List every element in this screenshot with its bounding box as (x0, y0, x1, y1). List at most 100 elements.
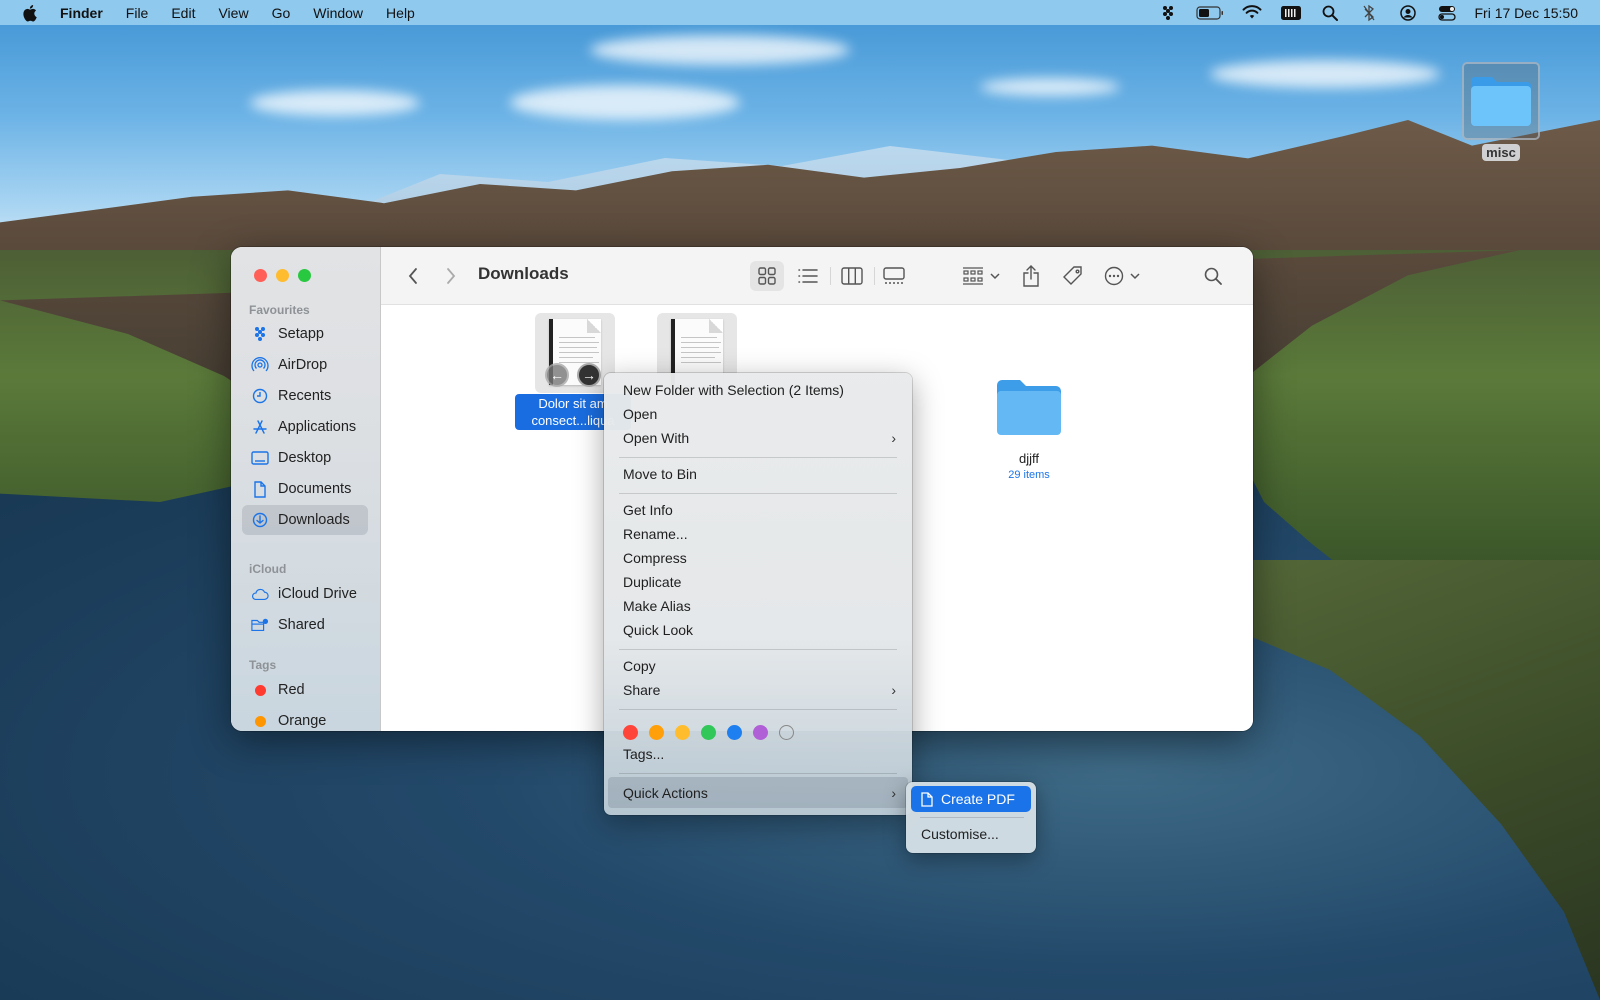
menu-go[interactable]: Go (272, 5, 291, 21)
menu-item-customise[interactable]: Customise... (921, 826, 999, 842)
desktop-folder-misc[interactable]: misc (1462, 62, 1540, 161)
column-view-button[interactable] (835, 261, 869, 291)
setapp-icon[interactable] (1157, 4, 1179, 22)
share-icon (1023, 265, 1039, 287)
spotlight-icon[interactable] (1319, 4, 1341, 22)
menu-window[interactable]: Window (313, 5, 363, 21)
search-icon (1204, 267, 1222, 285)
icon-view-button[interactable] (750, 261, 784, 291)
menu-item-new-folder-with-selection[interactable]: New Folder with Selection (2 Items) (608, 378, 908, 402)
menu-item-open[interactable]: Open (608, 402, 908, 426)
wifi-icon[interactable] (1241, 4, 1263, 22)
preview-next-button[interactable]: → (577, 363, 601, 387)
menu-item-quick-look[interactable]: Quick Look (608, 618, 908, 642)
shared-folder-icon (251, 616, 269, 634)
tag-red-button[interactable] (623, 725, 638, 740)
sidebar-item-icloud-drive[interactable]: iCloud Drive (242, 579, 368, 609)
gallery-view-button[interactable] (877, 261, 911, 291)
sidebar-item-setapp[interactable]: Setapp (242, 319, 368, 349)
sidebar-item-label: Red (278, 682, 305, 698)
battery-icon[interactable] (1195, 4, 1224, 22)
control-center-icon[interactable] (1436, 4, 1458, 22)
sidebar-item-desktop[interactable]: Desktop (242, 443, 368, 473)
menu-help[interactable]: Help (386, 5, 415, 21)
more-actions-button[interactable] (1100, 261, 1144, 291)
forward-button[interactable] (439, 261, 463, 291)
tag-yellow-button[interactable] (675, 725, 690, 740)
search-button[interactable] (1198, 261, 1228, 291)
tag-orange-button[interactable] (649, 725, 664, 740)
sidebar-item-label: Shared (278, 617, 325, 633)
chevron-right-icon (447, 268, 456, 284)
tag-blue-button[interactable] (727, 725, 742, 740)
sidebar-item-recents[interactable]: Recents (242, 381, 368, 411)
tag-green-button[interactable] (701, 725, 716, 740)
ellipsis-circle-icon (1104, 266, 1124, 286)
menu-item-quick-actions[interactable]: Quick Actions › (608, 777, 908, 808)
menu-item-get-info[interactable]: Get Info (608, 498, 908, 522)
download-icon (251, 511, 269, 529)
document-icon (921, 791, 933, 807)
close-button[interactable] (254, 269, 267, 282)
menu-view[interactable]: View (218, 5, 248, 21)
folder-item-djjff[interactable] (994, 377, 1064, 444)
sidebar-item-documents[interactable]: Documents (242, 474, 368, 504)
sidebar-item-shared[interactable]: Shared (242, 610, 368, 640)
menu-item-tags[interactable]: Tags... (608, 742, 908, 766)
tag-purple-button[interactable] (753, 725, 768, 740)
menu-item-compress[interactable]: Compress (608, 546, 908, 570)
menu-item-make-alias[interactable]: Make Alias (608, 594, 908, 618)
user-icon[interactable] (1397, 4, 1419, 22)
menu-item-copy[interactable]: Copy (608, 654, 908, 678)
menu-item-duplicate[interactable]: Duplicate (608, 570, 908, 594)
menu-item-move-to-bin[interactable]: Move to Bin (608, 462, 908, 486)
group-by-button[interactable] (959, 261, 1003, 291)
zoom-button[interactable] (298, 269, 311, 282)
tag-icon (1063, 266, 1082, 285)
sidebar-item-airdrop[interactable]: AirDrop (242, 350, 368, 380)
folder-name-label: djjff (1019, 451, 1039, 466)
menu-bar: Finder File Edit View Go Window Help Fri… (0, 0, 1600, 25)
menu-file[interactable]: File (126, 5, 149, 21)
grid-icon (758, 267, 776, 285)
chevron-right-icon: › (891, 784, 896, 801)
apple-menu-icon[interactable] (20, 4, 38, 22)
share-button[interactable] (1016, 261, 1046, 291)
menu-separator (920, 817, 1024, 818)
sidebar-item-downloads[interactable]: Downloads (242, 505, 368, 535)
folder-icon (997, 380, 1061, 435)
preview-previous-button[interactable]: ← (545, 363, 569, 387)
document-icon (251, 480, 269, 498)
menu-item-open-with[interactable]: Open With › (608, 426, 908, 450)
wallpaper-cloud (980, 78, 1120, 96)
sidebar-item-applications[interactable]: Applications (242, 412, 368, 442)
quick-actions-submenu: Create PDF Customise... (906, 782, 1036, 853)
back-button[interactable] (401, 261, 425, 291)
menu-finder[interactable]: Finder (60, 5, 103, 21)
wallpaper-cloud (590, 35, 850, 65)
chevron-down-icon (990, 273, 1000, 280)
sidebar-tag-red[interactable]: Red (242, 675, 368, 705)
desktop-folder-selection (1462, 62, 1540, 140)
sidebar-item-label: Documents (278, 481, 352, 497)
tag-grey-button[interactable] (779, 725, 794, 740)
bluetooth-icon[interactable] (1358, 4, 1380, 22)
finder-toolbar: Downloads (381, 247, 1253, 305)
columns-icon (841, 267, 863, 285)
menubar-clock[interactable]: Fri 17 Dec 15:50 (1475, 5, 1579, 21)
toolbar-divider (830, 267, 831, 285)
file-item-document-1[interactable]: ← → (535, 313, 615, 393)
sidebar-item-label: Orange (278, 713, 327, 729)
minimize-button[interactable] (276, 269, 289, 282)
menu-separator (619, 457, 897, 458)
menu-item-create-pdf[interactable]: Create PDF (911, 786, 1031, 812)
keyboard-icon[interactable] (1280, 4, 1302, 22)
menu-item-rename[interactable]: Rename... (608, 522, 908, 546)
tag-button[interactable] (1058, 261, 1088, 291)
menu-item-share[interactable]: Share › (608, 678, 908, 702)
sidebar-tag-orange[interactable]: Orange (242, 706, 368, 731)
menu-edit[interactable]: Edit (171, 5, 195, 21)
list-view-button[interactable] (791, 261, 825, 291)
sidebar-item-label: Recents (278, 388, 332, 404)
status-area: Fri 17 Dec 15:50 (1157, 0, 1600, 25)
